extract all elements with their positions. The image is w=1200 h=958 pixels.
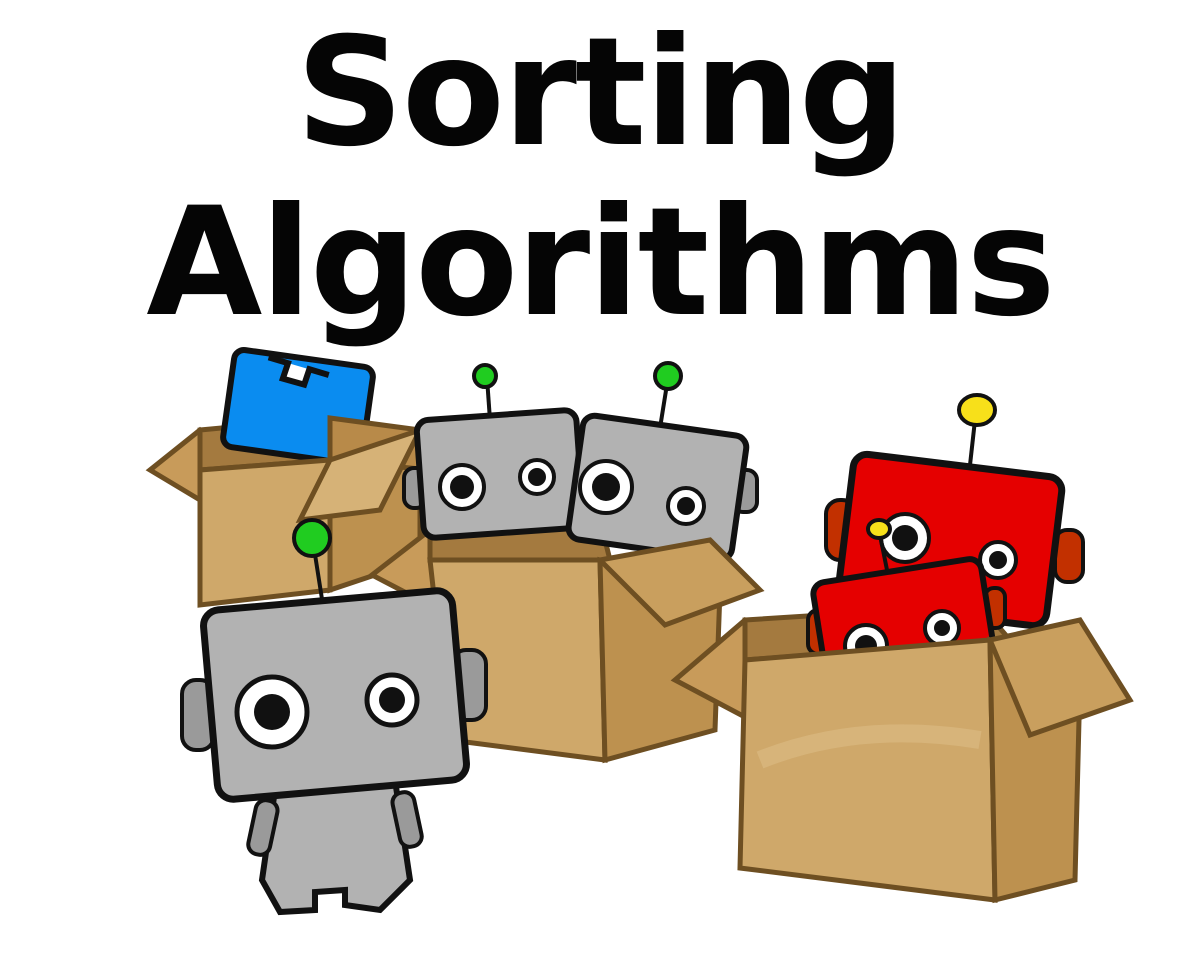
illustration [145,347,1134,916]
gray-robot-middle-right [565,361,759,563]
gray-robot-middle-left [402,363,587,541]
